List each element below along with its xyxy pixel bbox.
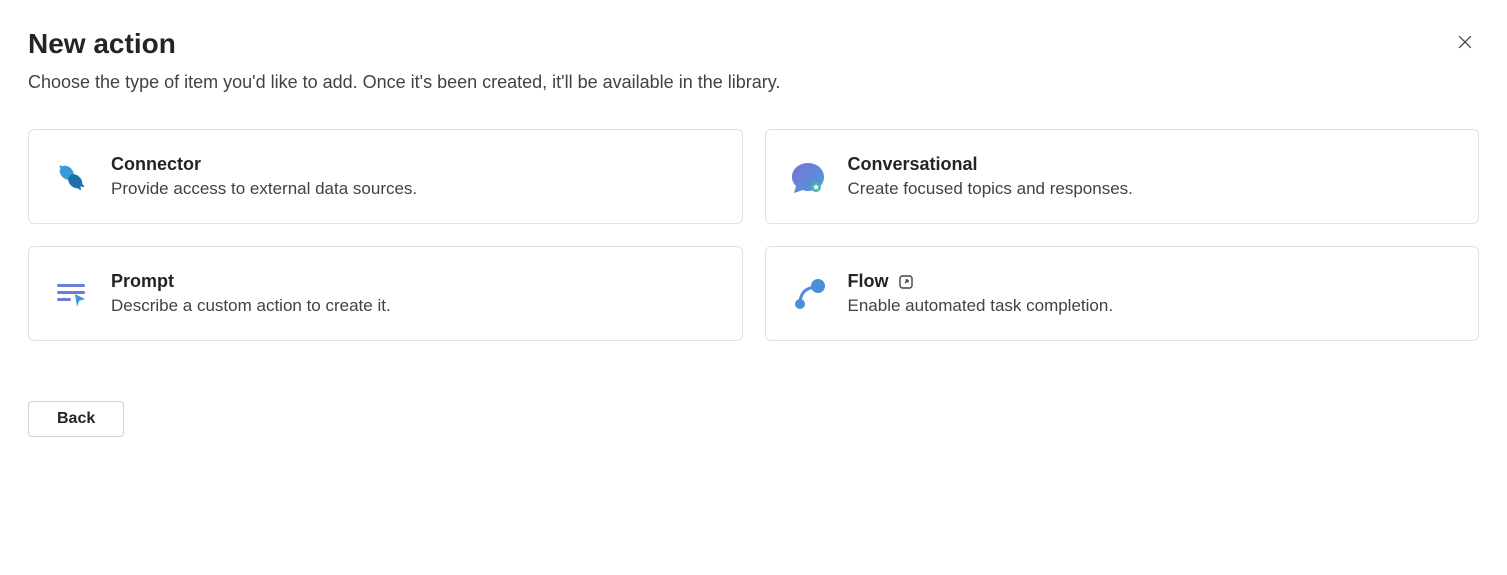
conversational-icon (788, 157, 828, 197)
card-prompt[interactable]: Prompt Describe a custom action to creat… (28, 246, 743, 341)
flow-icon (788, 274, 828, 314)
card-description: Describe a custom action to create it. (111, 296, 391, 316)
card-title: Conversational (848, 154, 978, 175)
card-title: Connector (111, 154, 201, 175)
card-title: Prompt (111, 271, 174, 292)
prompt-icon (51, 274, 91, 314)
page-subtitle: Choose the type of item you'd like to ad… (28, 72, 1479, 93)
card-conversational[interactable]: Conversational Create focused topics and… (765, 129, 1480, 224)
close-button[interactable] (1451, 28, 1479, 59)
card-description: Enable automated task completion. (848, 296, 1114, 316)
card-flow[interactable]: Flow Enable automated task completion. (765, 246, 1480, 341)
close-icon (1455, 32, 1475, 55)
external-link-icon (897, 273, 915, 291)
action-type-grid: Connector Provide access to external dat… (28, 129, 1479, 341)
card-connector[interactable]: Connector Provide access to external dat… (28, 129, 743, 224)
page-title: New action (28, 28, 176, 60)
connector-icon (51, 157, 91, 197)
card-title: Flow (848, 271, 889, 292)
back-button[interactable]: Back (28, 401, 124, 437)
card-description: Create focused topics and responses. (848, 179, 1133, 199)
card-description: Provide access to external data sources. (111, 179, 417, 199)
